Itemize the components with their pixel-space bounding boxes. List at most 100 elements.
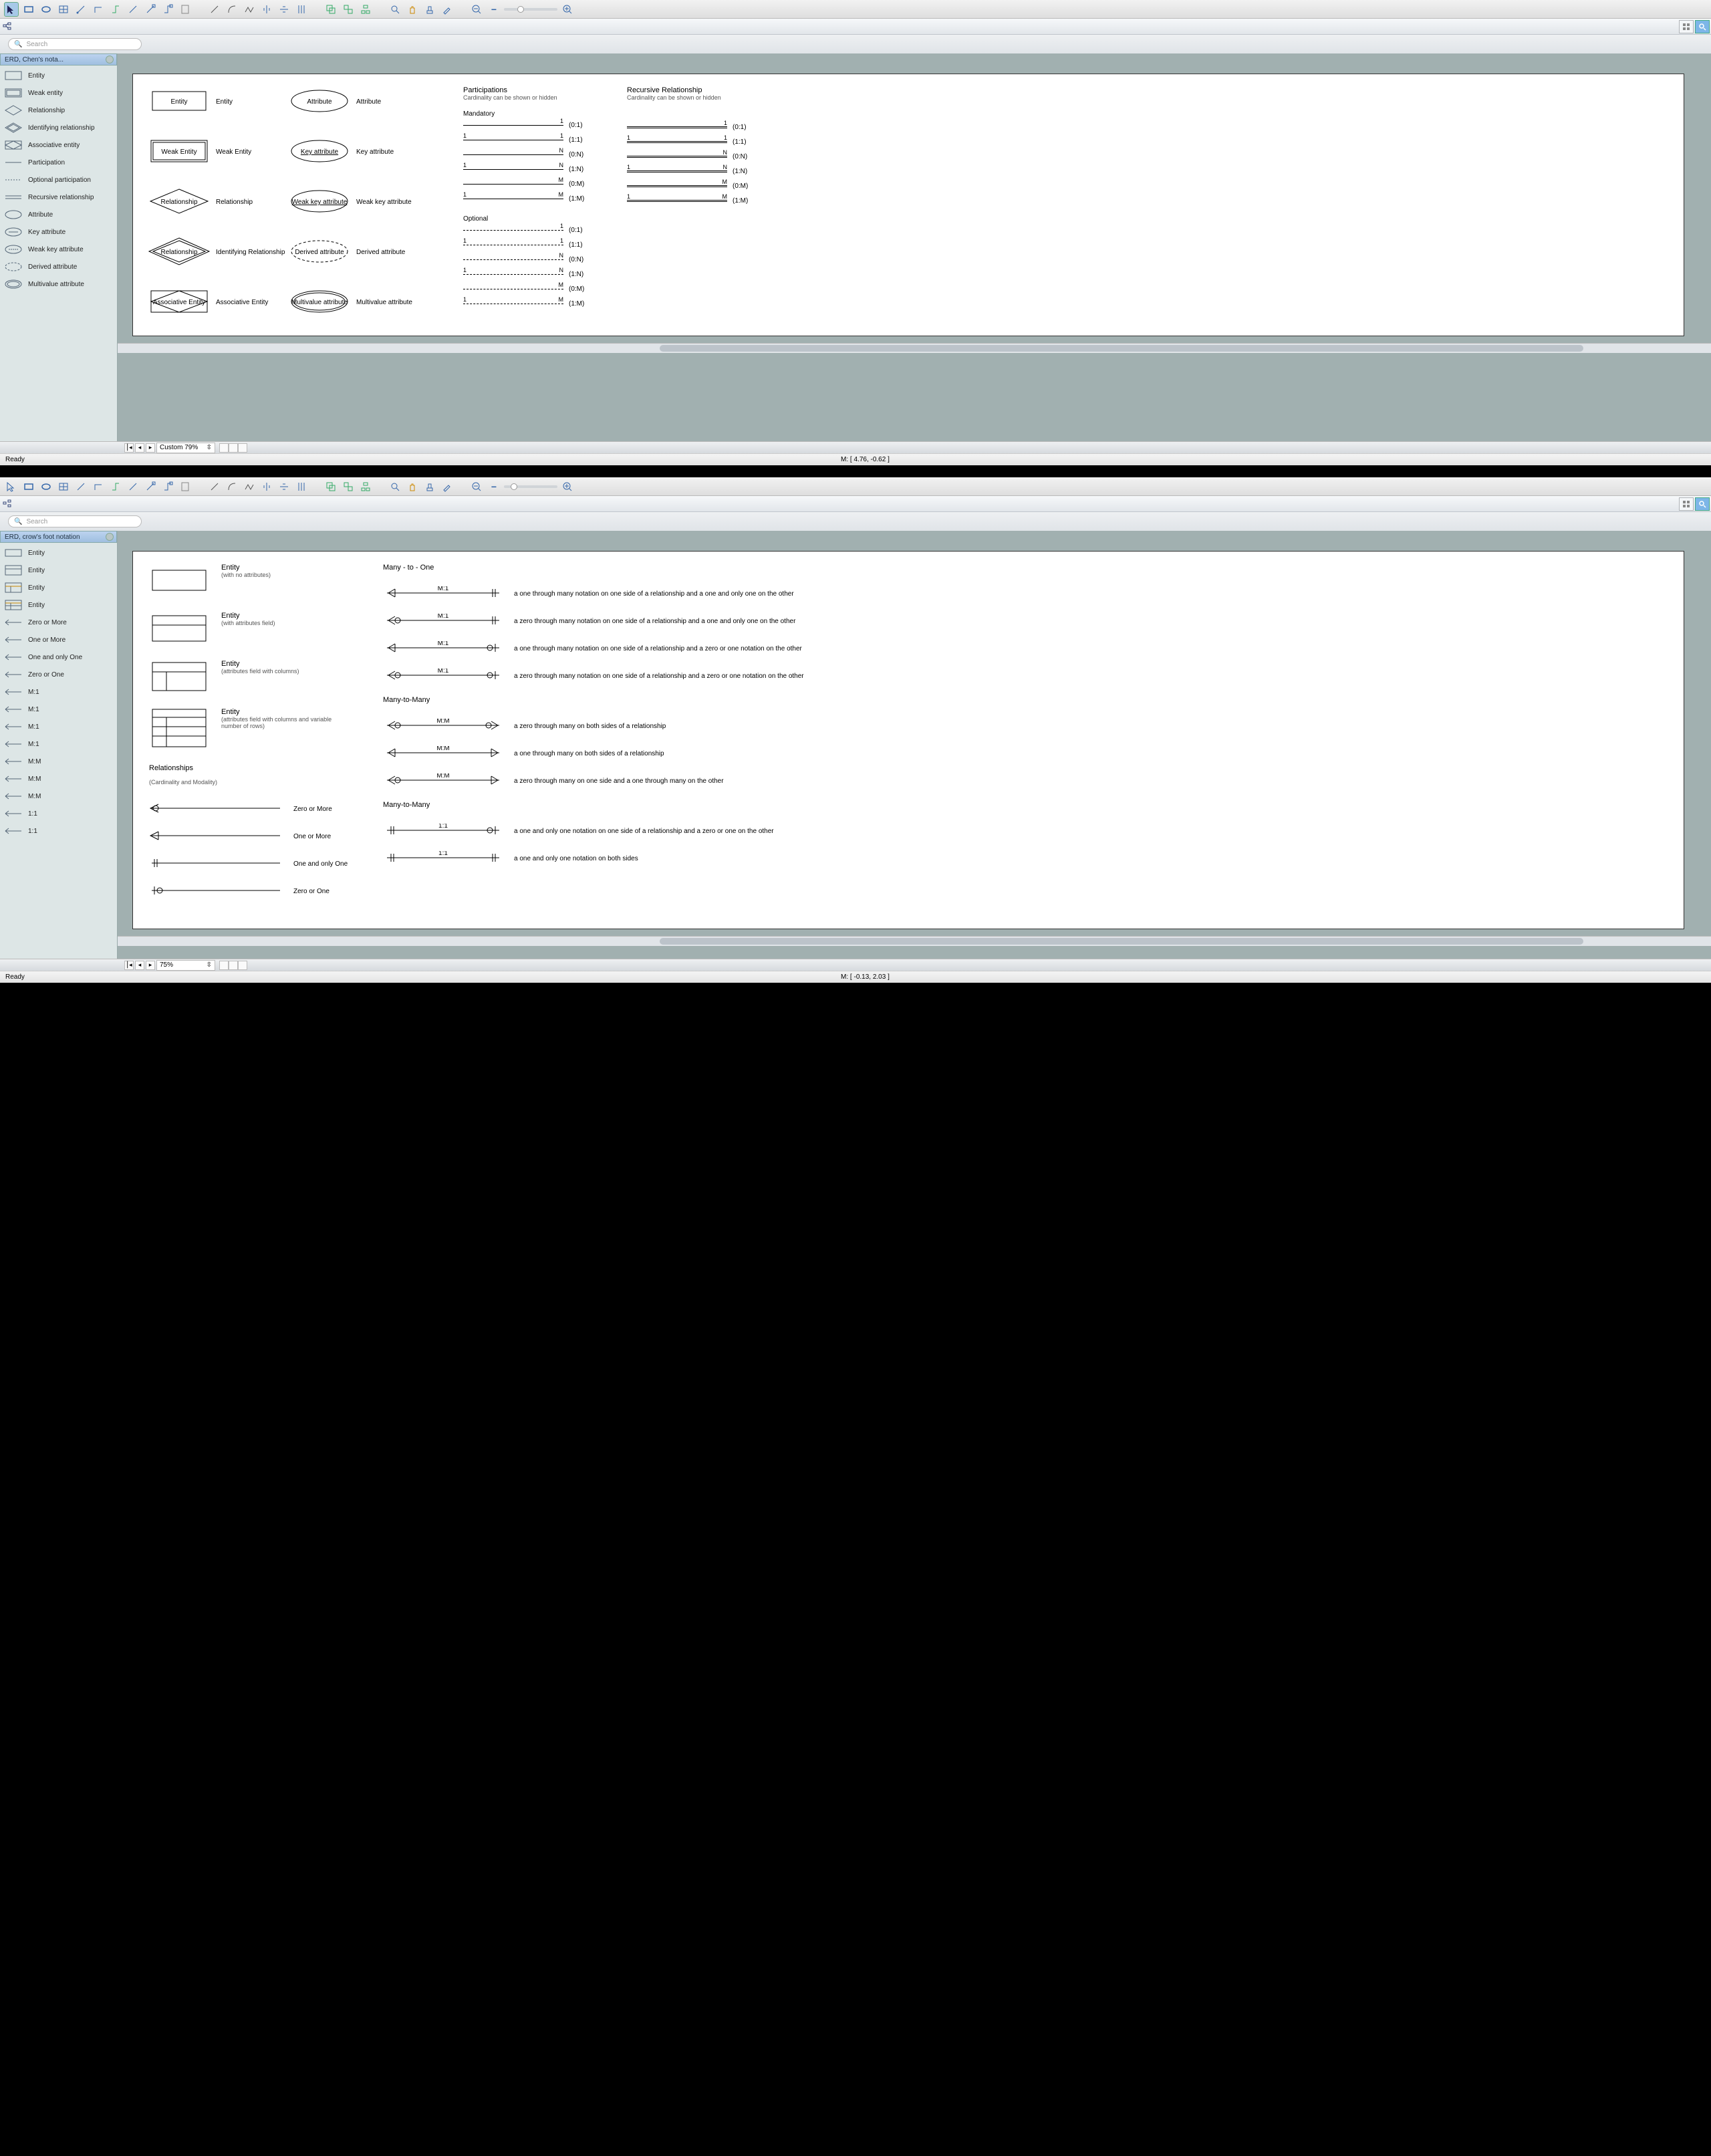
palette-item[interactable]: Entity	[0, 544, 117, 562]
vflip-tool[interactable]	[277, 479, 291, 494]
group-tool[interactable]	[323, 479, 338, 494]
zoom-tool[interactable]	[388, 2, 402, 17]
stamp-tool[interactable]	[422, 2, 437, 17]
palette-item[interactable]: One or More	[0, 631, 117, 648]
connector-5[interactable]	[143, 479, 158, 494]
palette-item[interactable]: 1:1	[0, 822, 117, 840]
zoom-slider[interactable]	[504, 8, 557, 11]
participation-line[interactable]: 1	[627, 122, 727, 132]
connector-4[interactable]	[126, 2, 140, 17]
shape[interactable]: Weak Entity	[149, 136, 216, 168]
zoom-slider[interactable]	[504, 485, 557, 488]
connector-1[interactable]	[74, 479, 88, 494]
participation-line[interactable]: M	[463, 179, 563, 189]
connector-6[interactable]	[160, 479, 175, 494]
palette-item[interactable]: M:M	[0, 753, 117, 770]
participation-line[interactable]: N	[463, 255, 563, 264]
zoom-minus-icon[interactable]: −	[487, 479, 501, 494]
hand-tool[interactable]	[405, 2, 420, 17]
zoom-in-icon[interactable]	[560, 479, 575, 494]
palette-item[interactable]: Entity	[0, 596, 117, 614]
connector-2[interactable]	[91, 479, 106, 494]
zoom-select[interactable]: Custom 79%⇳	[156, 443, 215, 453]
page-prev[interactable]: ◂	[135, 961, 144, 970]
palette-item[interactable]: Attribute	[0, 206, 117, 223]
arc-tool[interactable]	[225, 2, 239, 17]
participation-line[interactable]: M	[463, 284, 563, 293]
shape[interactable]: Multivalue attribute	[289, 287, 356, 318]
grid-tool[interactable]	[56, 2, 71, 17]
palette-item[interactable]: M:M	[0, 770, 117, 788]
zoom-tool[interactable]	[388, 479, 402, 494]
participation-line[interactable]: 1	[463, 120, 563, 130]
zoom-minus-icon[interactable]: −	[487, 2, 501, 17]
relation-connector[interactable]: M:1	[383, 614, 503, 629]
relation-connector[interactable]	[149, 856, 283, 872]
panel-close-icon[interactable]	[106, 533, 114, 541]
horizontal-scrollbar[interactable]	[118, 343, 1711, 353]
hand-tool[interactable]	[405, 479, 420, 494]
shape[interactable]: Relationship	[149, 187, 216, 218]
rect-tool[interactable]	[21, 2, 36, 17]
canvas-2[interactable]: Entity(with no attributes)Entity(with at…	[118, 531, 1711, 959]
entity-shape[interactable]	[149, 612, 209, 645]
layout-tool[interactable]	[358, 2, 373, 17]
participation-line[interactable]: N	[627, 152, 727, 161]
library-panel-header-2[interactable]: ERD, crow's foot notation	[0, 531, 117, 543]
grid-view-icon[interactable]	[1679, 497, 1694, 511]
zoom-select-2[interactable]: 75%⇳	[156, 960, 215, 971]
palette-item[interactable]: Weak key attribute	[0, 241, 117, 258]
document-tool[interactable]	[178, 2, 192, 17]
layout-tool[interactable]	[358, 479, 373, 494]
relation-connector[interactable]	[149, 829, 283, 844]
panel-close-icon[interactable]	[106, 55, 114, 64]
relation-connector[interactable]: M:M	[383, 719, 503, 734]
shape[interactable]: Derived attribute	[289, 237, 356, 268]
distribute-tool[interactable]	[294, 479, 309, 494]
vflip-tool[interactable]	[277, 2, 291, 17]
page-first[interactable]: ⎮◂	[124, 961, 134, 970]
page-next[interactable]: ▸	[146, 961, 155, 970]
palette-item[interactable]: Entity	[0, 579, 117, 596]
shape[interactable]: Attribute	[289, 86, 356, 118]
palette-item[interactable]: M:1	[0, 701, 117, 718]
palette-item[interactable]: Optional participation	[0, 171, 117, 189]
zoom-out-icon[interactable]	[469, 479, 484, 494]
view-mode-toggle-2[interactable]	[219, 961, 247, 970]
polyline-tool[interactable]	[242, 2, 257, 17]
distribute-tool[interactable]	[294, 2, 309, 17]
participation-line[interactable]: 1M	[627, 196, 727, 205]
line-tool[interactable]	[207, 2, 222, 17]
relation-connector[interactable]	[149, 802, 283, 817]
polyline-tool[interactable]	[242, 479, 257, 494]
shape[interactable]: Weak key attribute	[289, 187, 356, 218]
connector-5[interactable]	[143, 2, 158, 17]
participation-line[interactable]: 1N	[627, 166, 727, 176]
hflip-tool[interactable]	[259, 479, 274, 494]
zoom-in-icon[interactable]	[560, 2, 575, 17]
relation-connector[interactable]: M:M	[383, 746, 503, 761]
palette-item[interactable]: M:1	[0, 735, 117, 753]
relation-connector[interactable]: 1:1	[383, 851, 503, 866]
participation-line[interactable]: 11	[463, 240, 563, 249]
palette-item[interactable]: Identifying relationship	[0, 119, 117, 136]
group-tool[interactable]	[323, 2, 338, 17]
shape[interactable]: Relationship	[149, 237, 216, 268]
palette-item[interactable]: Recursive relationship	[0, 189, 117, 206]
ungroup-tool[interactable]	[341, 479, 356, 494]
palette-item[interactable]: Derived attribute	[0, 258, 117, 275]
ungroup-tool[interactable]	[341, 2, 356, 17]
participation-line[interactable]: 1N	[463, 269, 563, 279]
palette-item[interactable]: M:M	[0, 788, 117, 805]
palette-item[interactable]: Weak entity	[0, 84, 117, 102]
relation-connector[interactable]	[149, 884, 283, 899]
relation-connector[interactable]: M:1	[383, 641, 503, 656]
participation-line[interactable]: 11	[463, 135, 563, 144]
connector-3[interactable]	[108, 2, 123, 17]
page-first[interactable]: ⎮◂	[124, 443, 134, 453]
eyedropper-tool[interactable]	[440, 2, 454, 17]
ellipse-tool[interactable]	[39, 2, 53, 17]
arc-tool[interactable]	[225, 479, 239, 494]
page-prev[interactable]: ◂	[135, 443, 144, 453]
participation-line[interactable]: 1N	[463, 164, 563, 174]
